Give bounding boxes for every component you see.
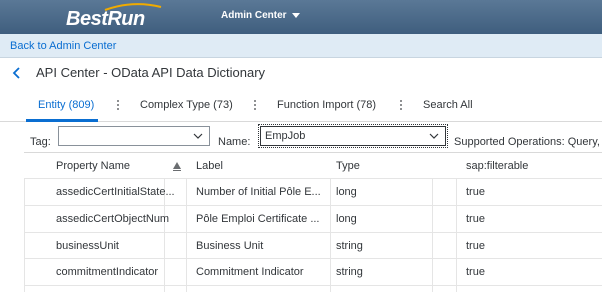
- property-name-cell: businessUnit: [56, 239, 119, 252]
- chevron-down-icon: [429, 133, 439, 139]
- label-cell: Number of Initial Pôle E...: [196, 186, 321, 198]
- tab-more-icon[interactable]: [116, 99, 120, 111]
- back-bar: Back to Admin Center: [0, 34, 602, 58]
- name-select-value: EmpJob: [265, 130, 306, 142]
- extra-cell: [438, 179, 454, 205]
- back-arrow-icon[interactable]: [10, 66, 24, 80]
- column-header-label[interactable]: Label: [196, 153, 326, 178]
- tab-entity[interactable]: Entity (809): [38, 99, 94, 111]
- property-name-cell: assedicCertObjectNum: [56, 213, 170, 225]
- tab-function-import[interactable]: Function Import (78): [277, 99, 376, 111]
- extra-cell: [438, 206, 454, 232]
- table-row[interactable]: assedicCertObjectNum Pôle Emploi Certifi…: [24, 206, 602, 233]
- label-cell: Commitment Indicator: [196, 266, 304, 278]
- type-cell: long: [336, 213, 357, 225]
- shell-header: BestRun Admin Center: [0, 0, 602, 34]
- filterable-cell: true: [466, 266, 485, 278]
- column-header-blank: [438, 153, 454, 178]
- title-bar: API Center - OData API Data Dictionary: [0, 58, 602, 88]
- name-select[interactable]: EmpJob: [258, 124, 448, 148]
- property-name-cell: commitmentIndicator: [56, 266, 159, 278]
- table-row[interactable]: assedicCertInitialState... Number of Ini…: [24, 179, 602, 206]
- tab-more-icon[interactable]: [253, 99, 257, 111]
- tab-bar: Entity (809) Complex Type (73) Function …: [0, 88, 602, 122]
- company-logo[interactable]: BestRun: [66, 8, 145, 31]
- label-cell: Pôle Emploi Certificate ...: [196, 213, 320, 225]
- label-cell: Business Unit: [196, 239, 264, 252]
- admin-center-label: Admin Center: [221, 10, 287, 21]
- tag-select[interactable]: [58, 126, 210, 146]
- tab-search-all[interactable]: Search All: [423, 99, 473, 111]
- table-row[interactable]: commitmentIndicator Commitment Indicator…: [24, 259, 602, 286]
- properties-table: Property Name Label Type sap:filterable …: [24, 152, 602, 292]
- table-header-row: Property Name Label Type sap:filterable: [24, 153, 602, 179]
- back-to-admin-center-link[interactable]: Back to Admin Center: [10, 40, 116, 52]
- filterable-cell: true: [466, 239, 485, 252]
- page-title: API Center - OData API Data Dictionary: [36, 65, 266, 80]
- filter-row: Tag: Name: EmpJob Supported Operations: …: [0, 122, 602, 152]
- admin-center-menu[interactable]: Admin Center: [221, 10, 300, 21]
- column-header-filterable[interactable]: sap:filterable: [466, 153, 602, 178]
- extra-cell: [438, 259, 454, 285]
- type-cell: string: [336, 266, 363, 278]
- chevron-down-icon: [291, 13, 300, 18]
- column-header-type[interactable]: Type: [336, 153, 426, 178]
- filterable-cell: true: [466, 213, 485, 225]
- tab-complex-type[interactable]: Complex Type (73): [140, 99, 233, 111]
- type-cell: string: [336, 239, 363, 252]
- filterable-cell: true: [466, 186, 485, 198]
- property-name-cell: assedicCertInitialState...: [56, 186, 175, 198]
- chevron-down-icon: [193, 133, 203, 139]
- name-label: Name:: [218, 136, 251, 148]
- tag-label: Tag:: [30, 136, 51, 148]
- table-row[interactable]: businessUnit Business Unit string true: [24, 233, 602, 259]
- extra-cell: [438, 233, 454, 258]
- sort-icon[interactable]: [172, 161, 182, 171]
- type-cell: long: [336, 186, 357, 198]
- column-header-property-name[interactable]: Property Name: [56, 153, 166, 178]
- supported-operations-text: Supported Operations: Query,: [454, 136, 600, 148]
- tab-more-icon[interactable]: [399, 99, 403, 111]
